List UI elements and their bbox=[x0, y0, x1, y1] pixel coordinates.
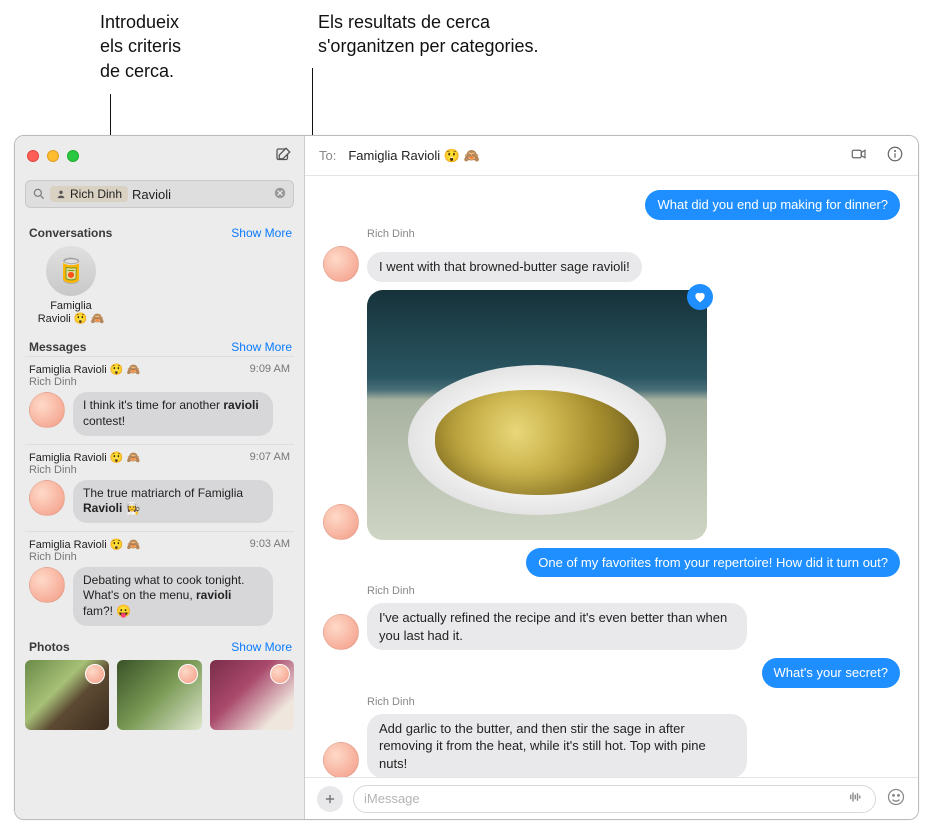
section-header-photos: Photos Show More bbox=[15, 634, 304, 656]
avatar bbox=[323, 614, 359, 650]
photo-result-thumb[interactable] bbox=[117, 660, 201, 730]
callout-search-criteria: Introdueix els criteris de cerca. bbox=[100, 10, 320, 83]
avatar bbox=[270, 664, 290, 684]
search-token-person[interactable]: Rich Dinh bbox=[50, 186, 128, 202]
callout-text: Introdueix bbox=[100, 10, 320, 34]
section-title: Conversations bbox=[29, 226, 112, 240]
sender-name: Rich Dinh bbox=[367, 696, 900, 708]
avatar bbox=[323, 504, 359, 540]
zoom-window-button[interactable] bbox=[67, 150, 79, 162]
tapback-heart-icon[interactable] bbox=[687, 284, 713, 310]
incoming-message[interactable]: I've actually refined the recipe and it'… bbox=[367, 603, 747, 650]
message-input[interactable]: iMessage bbox=[353, 785, 876, 813]
sender-name: Rich Dinh bbox=[367, 585, 900, 597]
message-composer: iMessage bbox=[305, 777, 918, 819]
outgoing-message[interactable]: What did you end up making for dinner? bbox=[645, 190, 900, 220]
search-icon bbox=[32, 187, 46, 201]
result-chat-name: Famiglia Ravioli 😲 🙈 bbox=[29, 364, 140, 376]
section-title: Photos bbox=[29, 640, 70, 654]
sidebar: Rich Dinh Ravioli Conversations Show Mor… bbox=[15, 136, 305, 819]
minimize-window-button[interactable] bbox=[47, 150, 59, 162]
avatar bbox=[29, 480, 65, 516]
result-sender: Rich Dinh bbox=[29, 376, 77, 388]
result-snippet: The true matriarch of Famiglia Ravioli 👩… bbox=[73, 480, 273, 523]
apps-plus-button[interactable] bbox=[317, 786, 343, 812]
avatar bbox=[178, 664, 198, 684]
conversation-header: To: Famiglia Ravioli 😲 🙈 bbox=[305, 136, 918, 176]
audio-message-icon[interactable] bbox=[847, 790, 865, 807]
image-message[interactable] bbox=[367, 290, 707, 540]
conversation-item[interactable]: 🥫 Famiglia Ravioli 😲 🙈 bbox=[29, 246, 113, 326]
search-result-message[interactable]: Famiglia Ravioli 😲 🙈 Rich Dinh 9:07 AM T… bbox=[25, 444, 294, 531]
close-window-button[interactable] bbox=[27, 150, 39, 162]
result-sender: Rich Dinh bbox=[29, 551, 77, 563]
section-header-messages: Messages Show More bbox=[15, 334, 304, 356]
result-chat-name: Famiglia Ravioli 😲 🙈 bbox=[29, 452, 140, 464]
search-result-message[interactable]: Famiglia Ravioli 😲 🙈 Rich Dinh 9:09 AM I… bbox=[25, 356, 294, 443]
window-controls bbox=[27, 150, 79, 162]
title-bar bbox=[15, 136, 304, 176]
result-snippet: I think it's time for another ravioli co… bbox=[73, 392, 273, 435]
conversation-pane: To: Famiglia Ravioli 😲 🙈 What did you en… bbox=[305, 136, 918, 819]
search-result-message[interactable]: Famiglia Ravioli 😲 🙈 Rich Dinh 9:03 AM D… bbox=[25, 531, 294, 634]
emoji-picker-icon[interactable] bbox=[886, 787, 906, 810]
search-input[interactable]: Rich Dinh Ravioli bbox=[25, 180, 294, 208]
callout-text: Els resultats de cerca bbox=[318, 10, 678, 34]
photo-result-thumb[interactable] bbox=[210, 660, 294, 730]
facetime-video-icon[interactable] bbox=[850, 145, 868, 166]
messages-window: Rich Dinh Ravioli Conversations Show Mor… bbox=[14, 135, 919, 820]
result-time: 9:07 AM bbox=[250, 451, 290, 476]
avatar bbox=[29, 567, 65, 603]
result-chat-name: Famiglia Ravioli 😲 🙈 bbox=[29, 539, 140, 551]
section-title: Messages bbox=[29, 340, 86, 354]
result-time: 9:09 AM bbox=[250, 363, 290, 388]
sender-name: Rich Dinh bbox=[367, 228, 900, 240]
show-more-link[interactable]: Show More bbox=[231, 340, 292, 354]
result-sender: Rich Dinh bbox=[29, 464, 77, 476]
group-avatar-icon: 🥫 bbox=[46, 246, 96, 296]
callout-categories: Els resultats de cerca s'organitzen per … bbox=[318, 10, 678, 59]
details-info-icon[interactable] bbox=[886, 145, 904, 166]
callout-text: els criteris bbox=[100, 34, 320, 58]
conversation-title: Famiglia Ravioli 😲 🙈 bbox=[348, 148, 479, 164]
section-header-conversations: Conversations Show More bbox=[15, 220, 304, 242]
incoming-message[interactable]: Add garlic to the butter, and then stir … bbox=[367, 714, 747, 777]
conversation-subtitle: Ravioli 😲 🙈 bbox=[38, 313, 105, 326]
clear-search-icon[interactable] bbox=[273, 186, 287, 203]
input-placeholder: iMessage bbox=[364, 791, 420, 806]
message-thread[interactable]: What did you end up making for dinner? R… bbox=[305, 176, 918, 777]
to-label: To: bbox=[319, 148, 336, 163]
callout-text: de cerca. bbox=[100, 59, 320, 83]
compose-icon[interactable] bbox=[274, 146, 292, 167]
result-time: 9:03 AM bbox=[250, 538, 290, 563]
callout-text: s'organitzen per categories. bbox=[318, 34, 678, 58]
avatar bbox=[323, 246, 359, 282]
result-snippet: Debating what to cook tonight. What's on… bbox=[73, 567, 273, 626]
outgoing-message[interactable]: One of my favorites from your repertoire… bbox=[526, 548, 900, 578]
photo-result-thumb[interactable] bbox=[25, 660, 109, 730]
conversation-name: Famiglia bbox=[38, 300, 105, 313]
show-more-link[interactable]: Show More bbox=[231, 640, 292, 654]
search-query-text: Ravioli bbox=[132, 187, 171, 202]
search-token-text: Rich Dinh bbox=[70, 187, 122, 201]
avatar bbox=[85, 664, 105, 684]
avatar bbox=[29, 392, 65, 428]
outgoing-message[interactable]: What's your secret? bbox=[762, 658, 900, 688]
incoming-message[interactable]: I went with that browned-butter sage rav… bbox=[367, 252, 642, 282]
show-more-link[interactable]: Show More bbox=[231, 226, 292, 240]
avatar bbox=[323, 742, 359, 777]
